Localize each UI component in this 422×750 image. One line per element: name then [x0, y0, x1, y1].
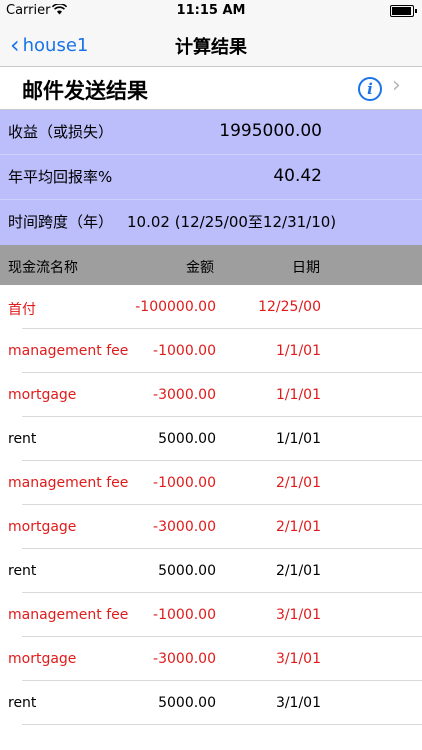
table-row[interactable]: management fee -1000.00 1/1/01: [0, 329, 422, 373]
annual-return-value: 40.42: [273, 166, 322, 186]
row-amount: -1000.00: [153, 475, 216, 491]
row-date: 3/1/01: [275, 651, 321, 667]
row-date: 1/1/01: [275, 343, 321, 359]
page-title: 计算结果: [175, 37, 247, 58]
row-name: rent: [8, 431, 37, 447]
row-date: 3/1/01: [275, 607, 321, 623]
row-date: 12/25/00: [258, 299, 321, 315]
table-row[interactable]: management fee -1000.00 2/1/01: [0, 461, 422, 505]
row-name: management fee: [8, 607, 129, 623]
row-name: rent: [8, 695, 37, 711]
row-name: rent: [8, 563, 37, 579]
table-header: 现金流名称 金额 日期: [0, 245, 422, 285]
table-row[interactable]: rent 5000.00 3/1/01: [0, 681, 422, 725]
row-name: mortgage: [8, 651, 77, 667]
header-name: 现金流名称: [8, 260, 78, 276]
row-name: mortgage: [8, 387, 77, 403]
table-row[interactable]: rent 5000.00 1/1/01: [0, 417, 422, 461]
row-date: 2/1/01: [275, 519, 321, 535]
table-row[interactable]: management fee -1000.00 3/1/01: [0, 593, 422, 637]
gain-value: 1995000.00: [219, 121, 322, 141]
row-date: 2/1/01: [275, 475, 321, 491]
annual-return-label: 年平均回报率%: [8, 168, 113, 186]
row-amount: -100000.00: [135, 299, 216, 315]
row-name: 首付: [8, 302, 36, 318]
summary-panel: 收益（或损失） 1995000.00 年平均回报率% 40.42 时间跨度（年）…: [0, 110, 422, 245]
row-date: 1/1/01: [275, 387, 321, 403]
header-amount: 金额: [186, 260, 214, 276]
chevron-right-icon: ›: [392, 73, 401, 98]
row-name: mortgage: [8, 519, 77, 535]
row-amount: -3000.00: [153, 651, 216, 667]
row-amount: 5000.00: [158, 431, 216, 447]
info-icon[interactable]: i: [358, 77, 382, 101]
row-date: 2/1/01: [275, 563, 321, 579]
time-span-value: 10.02 (12/25/00至12/31/10): [127, 213, 337, 231]
row-name: management fee: [8, 343, 129, 359]
row-date: 1/1/01: [275, 431, 321, 447]
row-amount: 5000.00: [158, 695, 216, 711]
summary-span-row: 时间跨度（年） 10.02 (12/25/00至12/31/10): [0, 200, 422, 244]
table-row[interactable]: mortgage -3000.00 3/1/01: [0, 637, 422, 681]
row-amount: 5000.00: [158, 563, 216, 579]
time-span-label: 时间跨度（年）: [8, 213, 114, 231]
gain-label: 收益（或损失）: [8, 123, 114, 141]
row-date: 3/1/01: [275, 695, 321, 711]
battery-icon: [390, 5, 417, 17]
table-row[interactable]: rent 5000.00 2/1/01: [0, 549, 422, 593]
summary-annual-row: 年平均回报率% 40.42: [0, 155, 422, 200]
header-date: 日期: [292, 260, 320, 276]
row-amount: -3000.00: [153, 387, 216, 403]
row-amount: -1000.00: [153, 607, 216, 623]
summary-gain-row: 收益（或损失） 1995000.00: [0, 110, 422, 155]
table-row[interactable]: mortgage -3000.00 2/1/01: [0, 505, 422, 549]
status-bar: Carrier 11:15 AM: [0, 0, 422, 22]
cashflow-list: 首付 -100000.00 12/25/00 management fee -1…: [0, 285, 422, 725]
navigation-bar: ‹ house1 计算结果: [0, 22, 422, 67]
status-time: 11:15 AM: [176, 3, 246, 18]
mail-result-row[interactable]: 邮件发送结果 i ›: [0, 67, 422, 110]
row-name: management fee: [8, 475, 129, 491]
row-amount: -3000.00: [153, 519, 216, 535]
table-row[interactable]: 首付 -100000.00 12/25/00: [0, 285, 422, 329]
mail-result-label: 邮件发送结果: [22, 79, 148, 103]
table-row[interactable]: mortgage -3000.00 1/1/01: [0, 373, 422, 417]
row-amount: -1000.00: [153, 343, 216, 359]
